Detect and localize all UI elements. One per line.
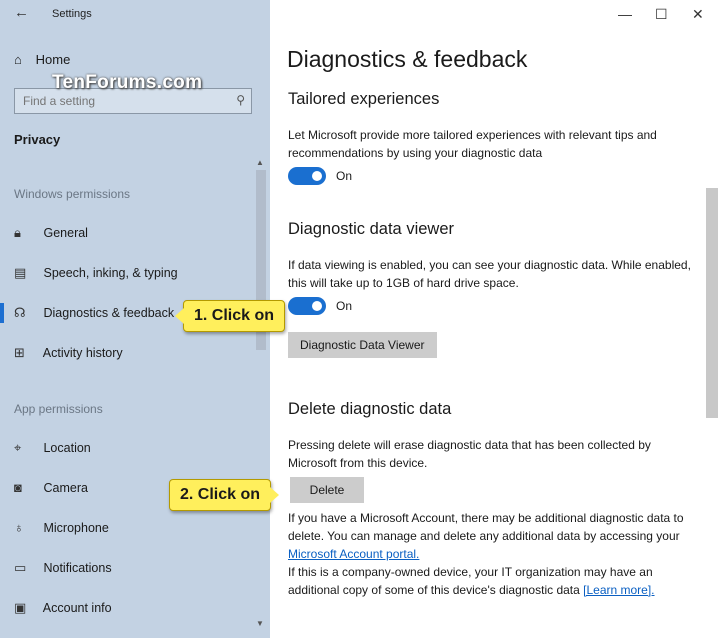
sidebar-item-general[interactable]: 🔒︎ General bbox=[14, 225, 254, 245]
location-icon: ⌖ bbox=[14, 440, 22, 455]
minimize-button[interactable]: — bbox=[618, 6, 632, 22]
delete-description: Pressing delete will erase diagnostic da… bbox=[288, 438, 651, 470]
app-title: Settings bbox=[52, 8, 92, 20]
lock-icon: 🔒︎ bbox=[14, 225, 21, 240]
page-title: Diagnostics & feedback bbox=[287, 46, 528, 72]
maximize-button[interactable]: ☐ bbox=[655, 6, 668, 23]
content-scrollbar-thumb[interactable] bbox=[706, 188, 718, 418]
viewer-toggle[interactable] bbox=[288, 297, 326, 315]
viewer-description: If data viewing is enabled, you can see … bbox=[288, 258, 691, 290]
callout-step-2: 2. Click on bbox=[169, 479, 280, 511]
speech-icon: ▤ bbox=[14, 265, 27, 280]
tailored-toggle-label: On bbox=[336, 169, 353, 183]
sidebar-item-microphone[interactable]: ♁ Microphone bbox=[14, 520, 254, 540]
section-title: Privacy bbox=[14, 132, 61, 147]
sidebar-scrollbar[interactable]: ▲ ▼ bbox=[256, 158, 266, 628]
sidebar-item-label: Microphone bbox=[43, 521, 109, 535]
callout-step-1: 1. Click on bbox=[175, 300, 286, 332]
group-label-app-permissions: App permissions bbox=[14, 402, 103, 416]
account-info-text-body: If you have a Microsoft Account, there m… bbox=[288, 511, 684, 543]
sidebar-item-label: Speech, inking, & typing bbox=[43, 266, 178, 280]
section-heading-delete: Delete diagnostic data bbox=[288, 400, 452, 418]
account-info-text: If you have a Microsoft Account, there m… bbox=[288, 509, 698, 599]
sidebar-item-label: Account info bbox=[42, 601, 112, 615]
sidebar-item-label: Camera bbox=[43, 481, 88, 495]
search-icon[interactable]: ⚲ bbox=[236, 93, 245, 107]
feedback-icon: ☊ bbox=[14, 305, 26, 320]
arrow-left-icon[interactable]: ← bbox=[14, 4, 29, 21]
microphone-icon: ♁ bbox=[14, 520, 24, 535]
toggle-knob bbox=[312, 171, 322, 181]
delete-button[interactable]: Delete bbox=[290, 477, 364, 503]
account-icon: ▣ bbox=[14, 600, 27, 615]
home-label: Home bbox=[35, 52, 71, 67]
callout-arrow bbox=[175, 308, 184, 324]
tailored-toggle[interactable] bbox=[288, 167, 326, 185]
sidebar-item-notifications[interactable]: ▭ Notifications bbox=[14, 560, 254, 580]
viewer-toggle-label: On bbox=[336, 299, 353, 313]
callout-step-1-text: 1. Click on bbox=[194, 307, 275, 324]
sidebar-item-location[interactable]: ⌖ Location bbox=[14, 440, 254, 460]
sidebar-item-label: Location bbox=[43, 441, 91, 455]
callout-step-2-text: 2. Click on bbox=[180, 486, 261, 503]
section-heading-viewer: Diagnostic data viewer bbox=[288, 220, 454, 238]
sidebar-item-label: Notifications bbox=[43, 561, 112, 575]
learn-more-link[interactable]: [Learn more]. bbox=[583, 583, 654, 597]
scroll-down-icon[interactable]: ▼ bbox=[256, 619, 264, 628]
home-icon: ⌂ bbox=[14, 52, 22, 67]
watermark: TenForums.com bbox=[52, 72, 203, 93]
tailored-description: Let Microsoft provide more tailored expe… bbox=[288, 128, 657, 160]
notifications-icon: ▭ bbox=[14, 560, 27, 575]
sidebar-item-home[interactable]: ⌂ Home bbox=[14, 52, 70, 67]
section-heading-tailored: Tailored experiences bbox=[288, 90, 440, 108]
sidebar-item-label: General bbox=[43, 226, 88, 240]
callout-arrow bbox=[270, 487, 280, 503]
sidebar-item-activity-history[interactable]: ⊞ Activity history bbox=[14, 345, 254, 365]
scroll-up-icon[interactable]: ▲ bbox=[256, 158, 264, 167]
sidebar-item-label: Activity history bbox=[42, 346, 123, 360]
activity-icon: ⊞ bbox=[14, 345, 25, 360]
toggle-knob bbox=[312, 301, 322, 311]
sidebar-item-account-info[interactable]: ▣ Account info bbox=[14, 600, 254, 620]
sidebar-item-speech[interactable]: ▤ Speech, inking, & typing bbox=[14, 265, 254, 285]
group-label-windows-permissions: Windows permissions bbox=[14, 187, 131, 201]
diagnostic-data-viewer-button[interactable]: Diagnostic Data Viewer bbox=[288, 332, 437, 358]
close-button[interactable]: ✕ bbox=[692, 6, 704, 23]
microsoft-account-portal-link[interactable]: Microsoft Account portal. bbox=[288, 547, 419, 561]
camera-icon: ◙ bbox=[14, 480, 22, 495]
sidebar-item-label: Diagnostics & feedback bbox=[43, 306, 175, 320]
title-bar: ← Settings bbox=[0, 0, 270, 28]
